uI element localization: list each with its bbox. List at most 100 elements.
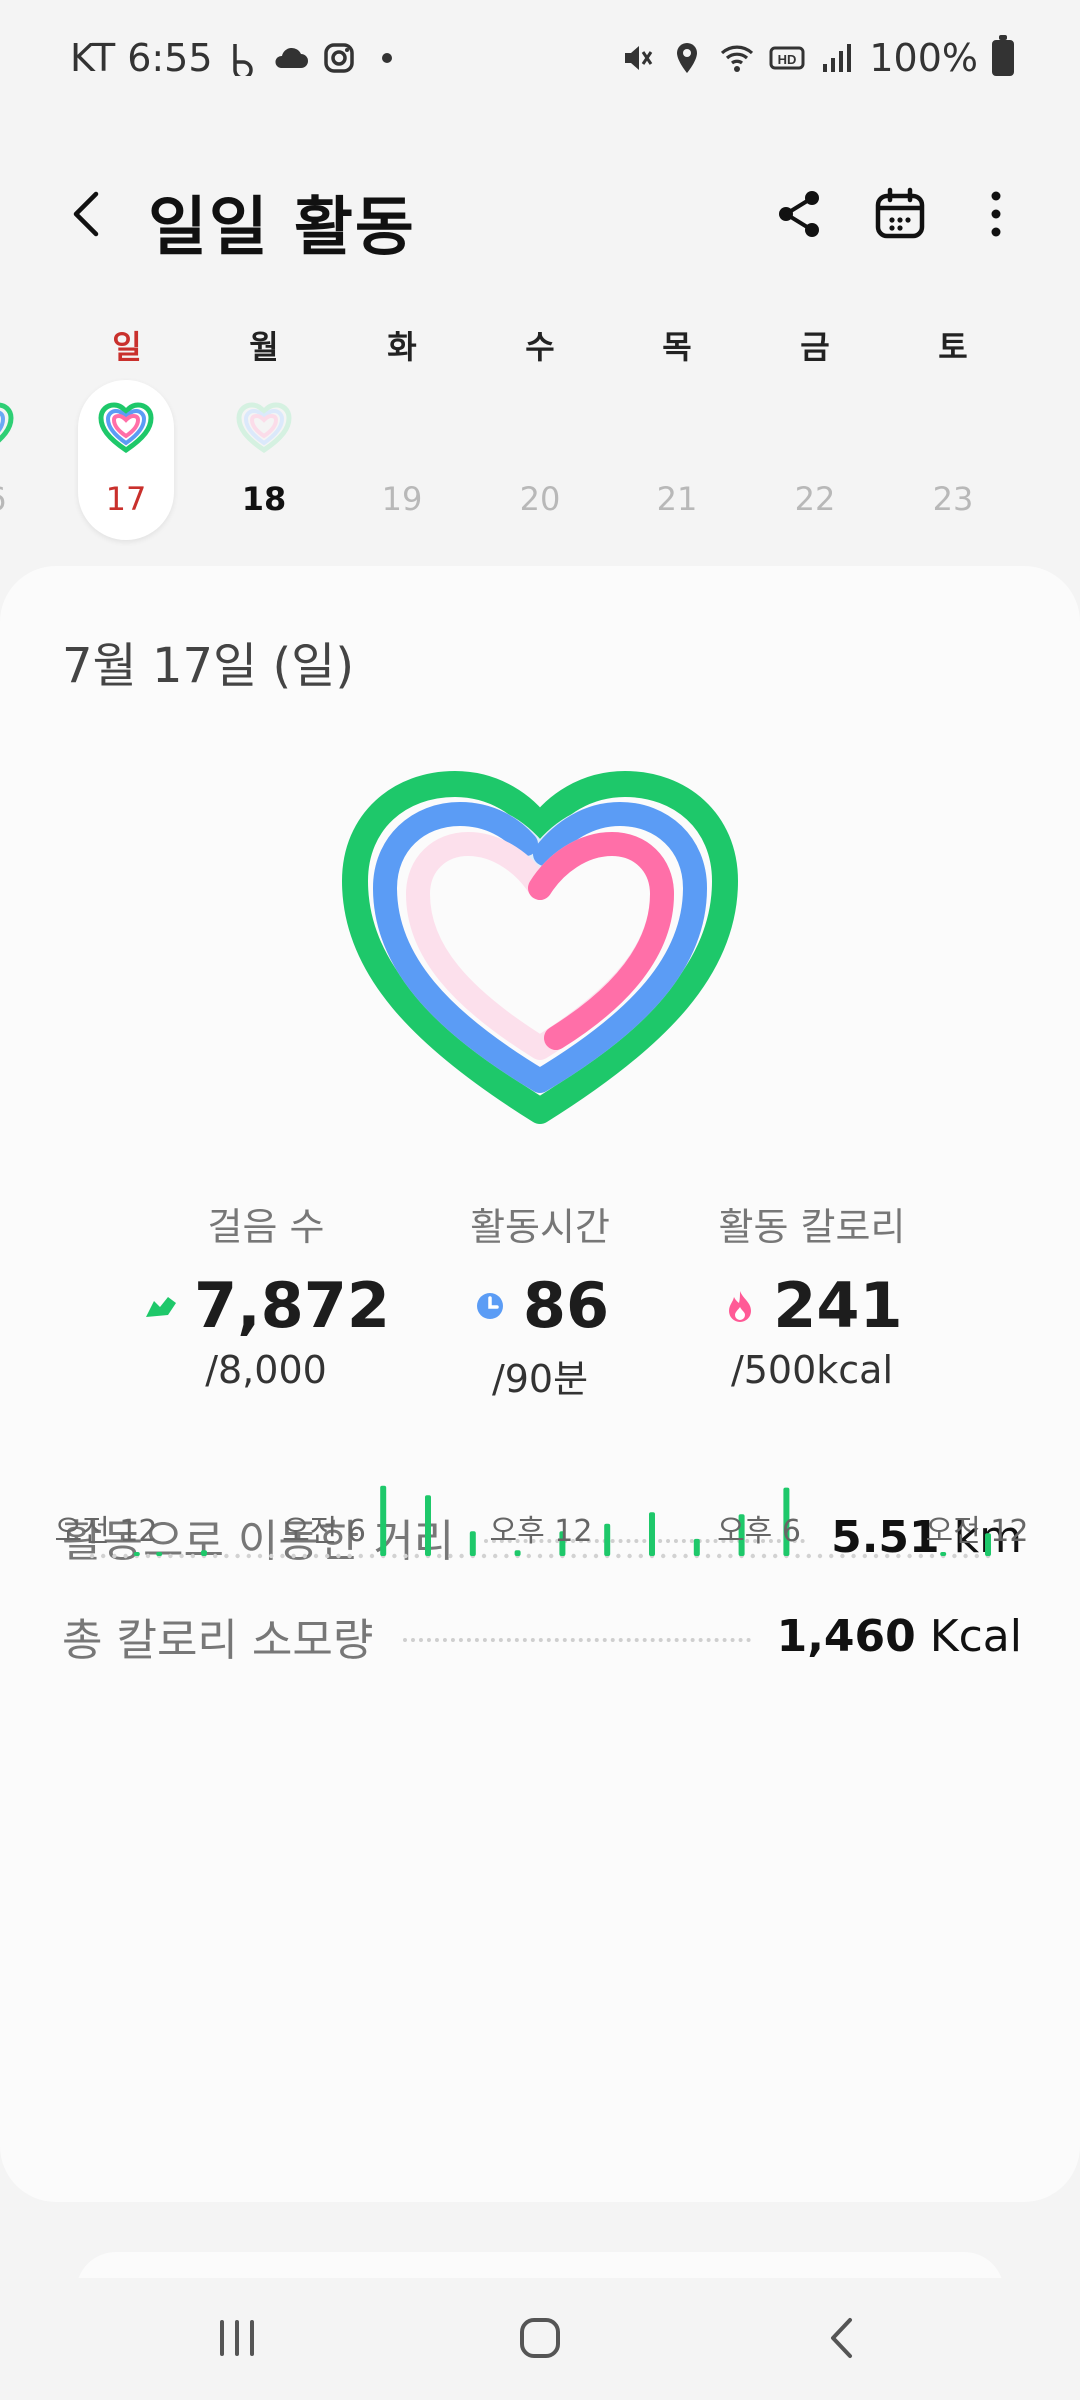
baseline-dot <box>325 1553 330 1559</box>
step-bar <box>693 1538 700 1556</box>
day-number: 22 <box>794 480 836 518</box>
wifi-icon <box>721 45 754 72</box>
hourly-steps-chart <box>89 1485 991 1559</box>
activity-heart-icon <box>236 402 292 454</box>
steps-goal: /8,000 <box>205 1348 327 1392</box>
baseline-dot <box>190 1553 195 1559</box>
activity-rings-heart <box>342 771 738 1124</box>
baseline-dot <box>672 1553 677 1559</box>
total-calories-row: 총 칼로리 소모량 1,460 Kcal <box>62 1601 1022 1671</box>
baseline-dot <box>907 1553 912 1559</box>
baseline-dot <box>851 1553 856 1559</box>
baseline-dot <box>526 1553 531 1559</box>
day-16[interactable]: 16 <box>0 380 34 540</box>
baseline-dot <box>571 1553 576 1559</box>
battery-percent: 100% <box>869 36 978 80</box>
clock: 6:55 <box>127 36 213 80</box>
baseline-dot <box>336 1553 341 1559</box>
baseline-dot <box>392 1553 397 1559</box>
step-bar <box>156 1552 163 1556</box>
steps-value: 7,872 <box>193 1269 391 1342</box>
step-bar <box>649 1512 655 1556</box>
day-20[interactable]: 20 <box>492 380 588 540</box>
day-17[interactable]: 17 <box>78 380 174 540</box>
baseline-dot <box>493 1553 498 1559</box>
more-options-button[interactable] <box>966 184 1026 244</box>
day-22[interactable]: 22 <box>767 380 863 540</box>
baseline-dot <box>414 1553 419 1559</box>
total-calories-number: 1,460 <box>776 1610 916 1662</box>
baseline-dot <box>795 1553 800 1559</box>
steps-stat: 걸음 수 7,872 /8,000 <box>116 1196 416 1392</box>
day-number: 23 <box>932 480 974 518</box>
baseline-dot <box>437 1553 442 1559</box>
mute-icon <box>625 46 653 70</box>
app-header: 일일 활동 <box>0 160 1080 270</box>
weekday-header: 일 월 화 수 목 금 토 <box>0 322 1080 372</box>
weekday-label: 금 <box>800 328 830 366</box>
day-19[interactable]: 19 <box>354 380 450 540</box>
baseline-dot <box>885 1553 890 1559</box>
baseline-dot <box>806 1553 811 1559</box>
baseline-dot <box>448 1553 453 1559</box>
baseline-dot <box>179 1553 184 1559</box>
activity-heart-icon <box>0 402 14 443</box>
battery-icon <box>992 35 1014 76</box>
baseline-dot <box>291 1553 296 1559</box>
baseline-dot <box>593 1553 599 1559</box>
baseline-dot <box>145 1553 151 1559</box>
hd-icon: HD <box>769 46 805 70</box>
signal-icon <box>823 44 852 72</box>
share-button[interactable] <box>770 184 830 244</box>
baseline-dot <box>358 1553 363 1559</box>
page-title: 일일 활동 <box>148 191 416 265</box>
daily-summary-card[interactable]: 7월 17일 (일) 걸음 수 7,872 /8,000 활동시간 86 /90… <box>0 566 1080 2202</box>
day-number: 19 <box>381 480 423 518</box>
shoe-icon <box>145 1296 176 1317</box>
x-tick-label: 오전 12 <box>54 1514 158 1549</box>
day-number: 18 <box>241 480 287 518</box>
baseline-dot <box>728 1553 733 1559</box>
baseline-dot <box>873 1553 879 1559</box>
baseline-dot <box>705 1553 711 1559</box>
recent-apps-button[interactable] <box>202 2308 272 2368</box>
day-23[interactable]: 23 <box>905 380 1001 540</box>
total-calories-label: 총 칼로리 소모량 <box>62 1615 374 1666</box>
baseline-dot <box>773 1553 778 1559</box>
back-button[interactable] <box>58 184 118 244</box>
active-calories-stat: 활동 칼로리 241 /500kcal <box>662 1196 962 1392</box>
activity-heart-icon <box>98 402 154 454</box>
active-time-stat: 활동시간 86 /90분 <box>390 1196 690 1403</box>
baseline-dot <box>168 1553 173 1559</box>
calendar-button[interactable] <box>870 184 930 244</box>
carrier-label: KT <box>70 36 116 80</box>
baseline-dot <box>661 1553 666 1559</box>
active-calories-goal: /500kcal <box>730 1348 894 1392</box>
step-bar <box>201 1550 207 1556</box>
summary-date: 7월 17일 (일) <box>62 638 355 694</box>
weekday-label: 토 <box>938 328 968 366</box>
active-calories-value: 241 <box>773 1269 903 1342</box>
baseline-dot <box>974 1553 979 1559</box>
day-18[interactable]: 18 <box>216 380 312 540</box>
instagram-icon <box>323 43 354 73</box>
weekday-label: 화 <box>387 328 417 366</box>
baseline-dot <box>582 1553 587 1559</box>
home-button[interactable] <box>505 2308 575 2368</box>
step-bar <box>425 1495 431 1556</box>
baseline-dot <box>347 1553 352 1559</box>
system-nav-bar <box>0 2278 1080 2400</box>
baseline-dot <box>280 1553 285 1559</box>
baseline-dot <box>963 1553 968 1559</box>
day-21[interactable]: 21 <box>629 380 725 540</box>
active-time-label: 활동시간 <box>470 1205 610 1249</box>
back-nav-button[interactable] <box>808 2308 878 2368</box>
step-bar <box>940 1552 947 1556</box>
baseline-dot <box>750 1553 755 1559</box>
baseline-dot <box>896 1553 901 1559</box>
weekday-label: 월 <box>249 328 279 366</box>
active-time-value: 86 <box>522 1269 610 1342</box>
baseline-dot <box>224 1553 229 1559</box>
baseline-dot <box>313 1553 319 1559</box>
total-calories-value: 1,460 Kcal <box>777 1611 1022 1662</box>
